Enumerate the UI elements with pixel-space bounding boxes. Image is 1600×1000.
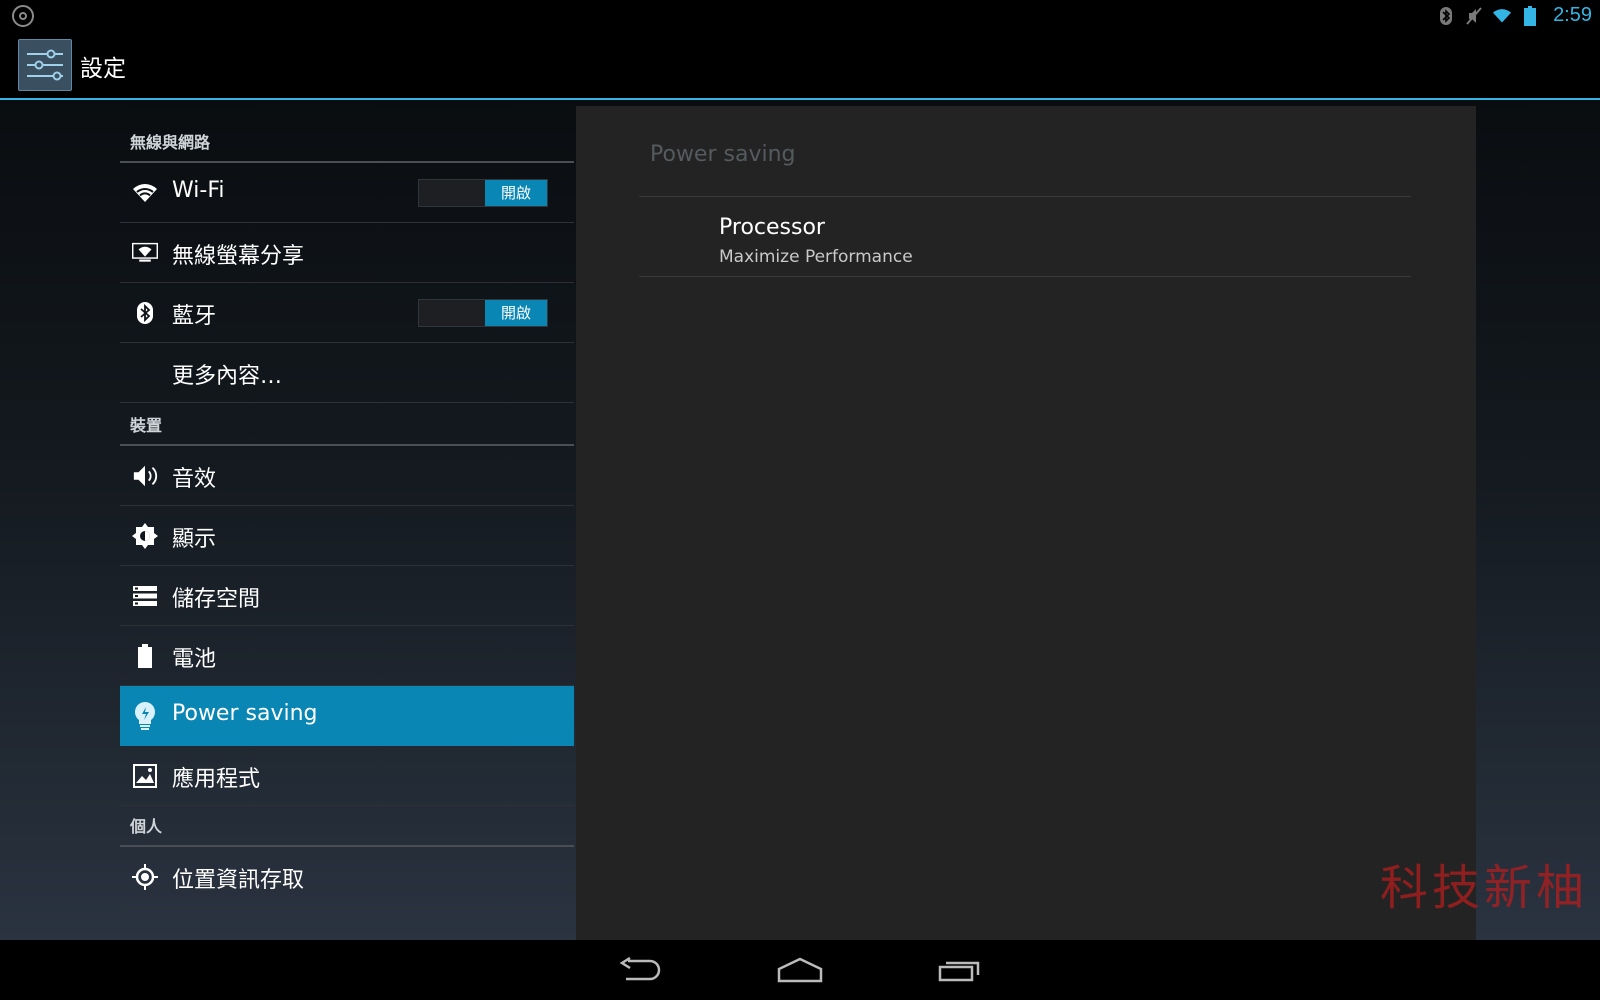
preference-summary: Maximize Performance — [719, 247, 913, 267]
status-bar: 2:59 — [0, 0, 1600, 31]
sidebar-item-storage[interactable]: 儲存空間 — [120, 566, 574, 626]
battery-icon — [132, 644, 158, 668]
sidebar-item-power-saving[interactable]: Power saving — [120, 686, 574, 746]
battery-icon — [1521, 5, 1539, 26]
home-icon[interactable] — [770, 952, 830, 988]
settings-sliders-icon[interactable] — [18, 39, 72, 91]
wifi-icon — [1493, 6, 1512, 26]
notification-app-icon[interactable] — [12, 5, 34, 27]
sidebar-item-more[interactable]: 更多內容… — [120, 343, 574, 403]
bluetooth-icon — [132, 301, 158, 325]
sidebar-item-label: 位置資訊存取 — [172, 868, 305, 893]
wireless-display-icon — [132, 241, 158, 265]
sidebar-item-wifi[interactable]: Wi-Fi 開啟 — [120, 163, 574, 223]
section-header-personal: 個人 — [120, 804, 574, 847]
sidebar-item-label: Power saving — [172, 701, 318, 726]
toggle-on-label: 開啟 — [485, 300, 547, 326]
apps-icon — [132, 764, 158, 788]
sidebar-item-sound[interactable]: 音效 — [120, 446, 574, 506]
bluetooth-icon — [1437, 6, 1455, 26]
sidebar-item-label: 藍牙 — [172, 304, 217, 329]
status-icons: 2:59 — [1437, 0, 1592, 31]
brightness-icon — [132, 523, 158, 549]
back-icon[interactable] — [610, 952, 670, 988]
sidebar-item-label: Wi-Fi — [172, 178, 225, 203]
sidebar-item-label: 音效 — [172, 467, 217, 492]
preference-title: Processor — [719, 215, 825, 240]
navigation-bar — [0, 940, 1600, 1000]
section-header-label: 無線與網路 — [130, 133, 211, 152]
wifi-toggle[interactable]: 開啟 — [418, 179, 548, 207]
mute-icon — [1465, 6, 1483, 26]
settings-content: 無線與網路 Wi-Fi 開啟 無線螢幕分享 藍牙 開啟 更多內容… 裝置 音效 … — [0, 100, 1600, 940]
section-header-wireless: 無線與網路 — [120, 120, 574, 163]
bluetooth-toggle[interactable]: 開啟 — [418, 299, 548, 327]
detail-title: Power saving — [650, 142, 796, 167]
sidebar-item-battery[interactable]: 電池 — [120, 626, 574, 686]
settings-sidebar: 無線與網路 Wi-Fi 開啟 無線螢幕分享 藍牙 開啟 更多內容… 裝置 音效 … — [120, 100, 574, 940]
detail-pane: Power saving Processor Maximize Performa… — [576, 106, 1476, 940]
location-icon — [132, 864, 158, 890]
watermark: 科技新柚 — [1379, 860, 1588, 916]
toggle-on-label: 開啟 — [485, 180, 547, 206]
clock: 2:59 — [1553, 4, 1592, 26]
storage-icon — [132, 584, 158, 608]
sidebar-item-label: 電池 — [172, 647, 217, 672]
sidebar-item-display[interactable]: 顯示 — [120, 506, 574, 566]
sidebar-item-bluetooth[interactable]: 藍牙 開啟 — [120, 283, 574, 343]
section-header-label: 裝置 — [130, 416, 163, 435]
processor-preference[interactable]: Processor Maximize Performance — [639, 197, 1411, 275]
speaker-icon — [132, 464, 158, 488]
action-bar: 設定 — [0, 31, 1600, 100]
sidebar-item-label: 更多內容… — [172, 364, 283, 389]
section-header-device: 裝置 — [120, 403, 574, 446]
sidebar-item-label: 無線螢幕分享 — [172, 244, 305, 269]
sidebar-item-label: 顯示 — [172, 527, 217, 552]
sidebar-item-location[interactable]: 位置資訊存取 — [120, 847, 574, 907]
wifi-icon — [132, 181, 158, 205]
divider — [639, 276, 1411, 277]
page-title: 設定 — [80, 56, 126, 82]
sidebar-item-wireless-display[interactable]: 無線螢幕分享 — [120, 223, 574, 283]
lightbulb-icon — [132, 702, 158, 730]
sidebar-item-label: 應用程式 — [172, 767, 261, 792]
section-header-label: 個人 — [130, 817, 163, 836]
sidebar-item-apps[interactable]: 應用程式 — [120, 746, 574, 806]
sidebar-item-label: 儲存空間 — [172, 587, 261, 612]
recents-icon[interactable] — [930, 952, 990, 988]
